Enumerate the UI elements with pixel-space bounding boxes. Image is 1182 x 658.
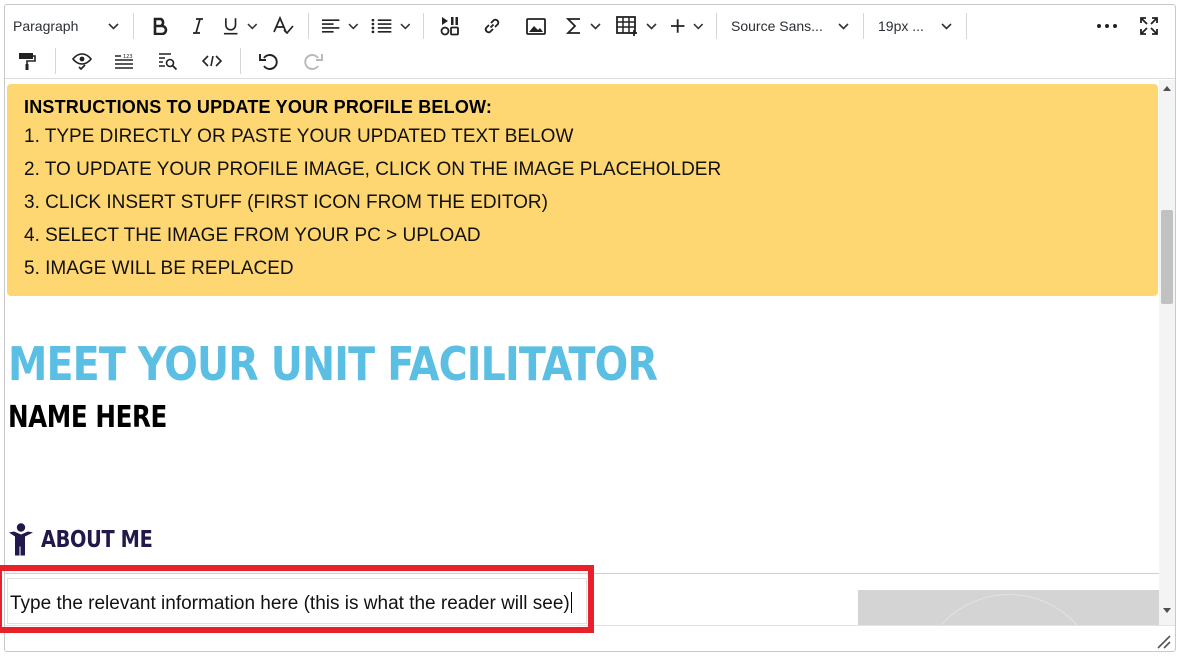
toolbar-divider: [863, 13, 864, 39]
chevron-down-icon: [838, 22, 849, 30]
bullet-list-icon: [371, 18, 392, 34]
instruction-step: 3. CLICK INSERT STUFF (FIRST ICON FROM T…: [24, 192, 548, 213]
underline-icon: [223, 18, 238, 35]
list-button[interactable]: [365, 11, 417, 41]
editor-content-area[interactable]: INSTRUCTIONS TO UPDATE YOUR PROFILE BELO…: [5, 80, 1159, 625]
undo-button[interactable]: [247, 46, 291, 76]
more-icon: [1097, 24, 1117, 28]
chevron-down-icon: [400, 23, 411, 30]
image-button[interactable]: [514, 11, 558, 41]
triangle-down-icon: [1163, 607, 1171, 613]
fullscreen-button[interactable]: [1129, 11, 1169, 41]
image-icon: [526, 17, 546, 35]
redo-button[interactable]: [291, 46, 335, 76]
font-size-value: 19px ...: [878, 18, 924, 34]
align-button[interactable]: [315, 11, 365, 41]
bold-icon: [153, 17, 168, 35]
toolbar-row-2: 123: [5, 44, 335, 78]
scroll-down-arrow[interactable]: [1159, 602, 1175, 618]
person-icon: [9, 523, 33, 556]
vertical-scrollbar[interactable]: [1159, 80, 1175, 625]
more-options-button[interactable]: [1085, 11, 1129, 41]
instruction-step: 1. TYPE DIRECTLY OR PASTE YOUR UPDATED T…: [24, 126, 574, 147]
chevron-down-icon: [589, 22, 601, 30]
chevron-down-icon: [247, 23, 258, 30]
italic-button[interactable]: [180, 11, 216, 41]
toolbar-divider: [423, 13, 424, 39]
profile-image-placeholder[interactable]: [858, 590, 1159, 625]
chevron-down-icon: [941, 22, 952, 30]
accessibility-check-icon: [72, 53, 92, 70]
chevron-down-icon: [693, 23, 704, 30]
rich-text-editor: Paragraph Source Sans... 19px ... 123 IN…: [4, 4, 1176, 652]
toolbar-divider: [133, 13, 134, 39]
editor-toolbar: Paragraph Source Sans... 19px ... 123: [5, 5, 1175, 79]
bold-button[interactable]: [140, 11, 180, 41]
font-family-select[interactable]: Source Sans...: [723, 11, 857, 41]
block-format-select[interactable]: Paragraph: [5, 11, 127, 41]
table-button[interactable]: [608, 11, 664, 41]
insert-more-button[interactable]: [664, 11, 710, 41]
equation-button[interactable]: [558, 11, 608, 41]
instructions-heading: INSTRUCTIONS TO UPDATE YOUR PROFILE BELO…: [24, 97, 493, 117]
fullscreen-icon: [1140, 17, 1158, 35]
chevron-down-icon: [645, 22, 657, 30]
instruction-step: 5. IMAGE WILL BE REPLACED: [24, 258, 294, 279]
toolbar-row-1: Paragraph Source Sans... 19px ...: [5, 9, 973, 43]
about-text: Type the relevant information here (this…: [10, 593, 570, 614]
toolbar-divider: [716, 13, 717, 39]
italic-icon: [193, 18, 203, 34]
link-button[interactable]: [470, 11, 514, 41]
format-painter-button[interactable]: [5, 46, 49, 76]
block-format-value: Paragraph: [13, 18, 79, 34]
toolbar-divider: [966, 13, 967, 39]
redo-icon: [304, 54, 323, 70]
toolbar-divider: [55, 48, 56, 74]
instruction-step: 4. SELECT THE IMAGE FROM YOUR PC > UPLOA…: [24, 225, 481, 246]
toolbar-right-group: [1085, 9, 1169, 43]
font-size-select[interactable]: 19px ...: [870, 11, 960, 41]
accessibility-check-button[interactable]: [62, 46, 102, 76]
equation-icon: [565, 18, 580, 34]
table-icon: [615, 16, 637, 36]
source-code-icon: [202, 55, 222, 67]
plus-icon: [670, 19, 685, 33]
scrollbar-thumb[interactable]: [1161, 210, 1173, 304]
scroll-up-arrow[interactable]: [1159, 80, 1175, 96]
page-heading: MEET YOUR UNIT FACILITATOR: [8, 337, 658, 391]
link-icon: [484, 18, 500, 34]
resize-handle-icon[interactable]: [1153, 631, 1171, 649]
format-painter-icon: [273, 16, 294, 35]
editor-statusbar: [5, 625, 1175, 651]
text-cursor: [570, 592, 572, 613]
font-family-value: Source Sans...: [731, 18, 823, 34]
about-me-heading: ABOUT ME: [7, 520, 174, 560]
find-replace-icon: [159, 53, 178, 70]
chevron-down-icon: [108, 22, 119, 30]
word-count-icon: 123: [115, 54, 133, 69]
text-format-button[interactable]: [264, 11, 302, 41]
toolbar-divider: [240, 48, 241, 74]
toolbar-divider: [308, 13, 309, 39]
chevron-down-icon: [348, 23, 359, 30]
underline-button[interactable]: [216, 11, 264, 41]
source-code-button[interactable]: [190, 46, 234, 76]
find-replace-button[interactable]: [146, 46, 190, 76]
align-left-icon: [321, 19, 340, 33]
facilitator-name: NAME HERE: [8, 400, 167, 435]
word-count-button[interactable]: 123: [102, 46, 146, 76]
triangle-up-icon: [1163, 85, 1171, 91]
insert-stuff-button[interactable]: [430, 11, 470, 41]
instructions-box: INSTRUCTIONS TO UPDATE YOUR PROFILE BELO…: [7, 84, 1158, 296]
undo-icon: [259, 54, 278, 70]
insert-stuff-icon: [440, 17, 459, 36]
svg-text:123: 123: [123, 54, 133, 60]
instruction-step: 2. TO UPDATE YOUR PROFILE IMAGE, CLICK O…: [24, 159, 722, 180]
paint-roller-icon: [19, 53, 36, 70]
content-divider: [5, 573, 1159, 574]
about-text-cell[interactable]: Type the relevant information here (this…: [7, 578, 587, 624]
about-me-label: ABOUT ME: [41, 527, 153, 553]
